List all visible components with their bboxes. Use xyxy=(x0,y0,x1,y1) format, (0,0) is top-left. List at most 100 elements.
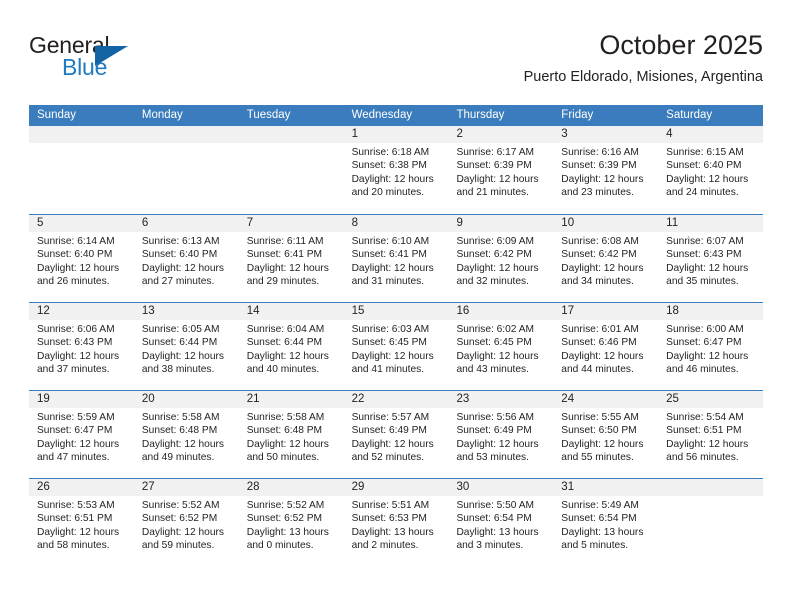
calendar-day-cell[interactable]: 24 Sunrise: 5:55 AM Sunset: 6:50 PM Dayligh… xyxy=(553,391,659,478)
day-number: 14 xyxy=(238,303,344,320)
day-number: 18 xyxy=(658,303,764,320)
calendar-day-cell[interactable]: 26 Sunrise: 5:53 AM Sunset: 6:51 PM Dayligh… xyxy=(29,479,134,566)
calendar-day-cell[interactable]: 1 Sunrise: 6:18 AM Sunset: 6:38 PM Daylight… xyxy=(343,126,449,214)
daylight-text: Daylight: 12 hours xyxy=(561,173,644,185)
calendar-day-cell[interactable]: 5 Sunrise: 6:14 AM Sunset: 6:40 PM Daylight… xyxy=(29,215,134,302)
calendar-day-cell[interactable]: 7 Sunrise: 6:11 AM Sunset: 6:41 PM Daylight… xyxy=(238,215,344,302)
daylight-text: Daylight: 12 hours xyxy=(561,350,644,362)
calendar-day-cell[interactable]: 13 Sunrise: 6:05 AM Sunset: 6:44 PM Dayligh… xyxy=(133,303,239,390)
calendar-day-cell[interactable]: 29 Sunrise: 5:51 AM Sunset: 6:53 PM Dayligh… xyxy=(343,479,449,566)
calendar-day-cell[interactable]: 22 Sunrise: 5:57 AM Sunset: 6:49 PM Dayligh… xyxy=(343,391,449,478)
day-number: 22 xyxy=(343,391,449,408)
daylight-text: Daylight: 12 hours xyxy=(351,438,434,450)
day-sun-info: Sunrise: 5:52 AM Sunset: 6:52 PM Daylight:… xyxy=(239,496,344,553)
daylight-text: Daylight: 12 hours xyxy=(666,173,749,185)
sunset-text: Sunset: 6:49 PM xyxy=(351,425,427,437)
daylight-text: Daylight: 12 hours xyxy=(456,173,539,185)
day-number: 12 xyxy=(29,303,134,320)
daylight-text: and 58 minutes. xyxy=(37,540,110,552)
day-number: 30 xyxy=(448,479,554,496)
sunset-text: Sunset: 6:48 PM xyxy=(246,425,323,437)
sunset-text: Sunset: 6:45 PM xyxy=(456,337,532,349)
daylight-text: and 56 minutes. xyxy=(666,452,739,464)
daylight-text: Daylight: 12 hours xyxy=(561,262,644,274)
day-number xyxy=(133,126,239,143)
sunset-text: Sunset: 6:39 PM xyxy=(561,160,637,172)
daylight-text: and 27 minutes. xyxy=(141,276,215,288)
day-number: 31 xyxy=(553,479,659,496)
calendar-day-cell[interactable]: 27 Sunrise: 5:52 AM Sunset: 6:52 PM Dayligh… xyxy=(133,479,239,566)
calendar-day-cell[interactable]: 3 Sunrise: 6:16 AM Sunset: 6:39 PM Daylight… xyxy=(553,126,659,214)
day-sun-info: Sunrise: 5:55 AM Sunset: 6:50 PM Daylight:… xyxy=(553,408,658,465)
weekday-header-monday: Monday xyxy=(141,109,183,121)
calendar-day-cell-empty xyxy=(29,126,134,214)
page-header: General Blue October 2025 Puerto Eldorad… xyxy=(29,28,763,98)
daylight-text: Daylight: 12 hours xyxy=(37,262,120,274)
daylight-text: and 29 minutes. xyxy=(246,276,320,288)
weekday-header-saturday: Saturday xyxy=(666,109,713,121)
calendar-day-cell[interactable]: 25 Sunrise: 5:54 AM Sunset: 6:51 PM Dayligh… xyxy=(658,391,764,478)
daylight-text: and 50 minutes. xyxy=(246,452,320,464)
weekday-header-thursday: Thursday xyxy=(456,109,505,121)
daylight-text: Daylight: 12 hours xyxy=(666,350,749,362)
daylight-text: Daylight: 12 hours xyxy=(666,438,749,450)
day-number: 28 xyxy=(238,479,344,496)
calendar-day-cell[interactable]: 12 Sunrise: 6:06 AM Sunset: 6:43 PM Dayligh… xyxy=(29,303,134,390)
calendar-day-cell[interactable]: 9 Sunrise: 6:09 AM Sunset: 6:42 PM Daylight… xyxy=(448,215,554,302)
day-sun-info: Sunrise: 5:52 AM Sunset: 6:52 PM Daylight:… xyxy=(134,496,239,553)
day-number: 21 xyxy=(238,391,344,408)
day-number: 2 xyxy=(448,126,554,143)
calendar-grid: Sunday Monday Tuesday Wednesday Thursday Frid… xyxy=(29,105,764,566)
calendar-day-cell-empty xyxy=(133,126,239,214)
sunset-text: Sunset: 6:46 PM xyxy=(561,337,637,349)
day-sun-info: Sunrise: 6:02 AM Sunset: 6:45 PM Daylight:… xyxy=(448,320,553,377)
calendar-day-cell[interactable]: 17 Sunrise: 6:01 AM Sunset: 6:46 PM Dayligh… xyxy=(553,303,659,390)
general-blue-logo[interactable]: General Blue xyxy=(29,32,209,88)
daylight-text: and 43 minutes. xyxy=(456,364,529,376)
logo-text-blue: Blue xyxy=(62,54,108,80)
daylight-text: Daylight: 12 hours xyxy=(456,350,539,362)
sunset-text: Sunset: 6:40 PM xyxy=(666,160,742,172)
calendar-day-cell[interactable]: 30 Sunrise: 5:50 AM Sunset: 6:54 PM Dayligh… xyxy=(448,479,554,566)
calendar-day-cell[interactable]: 16 Sunrise: 6:02 AM Sunset: 6:45 PM Dayligh… xyxy=(448,303,554,390)
calendar-day-cell[interactable]: 20 Sunrise: 5:58 AM Sunset: 6:48 PM Dayligh… xyxy=(133,391,239,478)
calendar-day-cell[interactable]: 21 Sunrise: 5:58 AM Sunset: 6:48 PM Dayligh… xyxy=(238,391,344,478)
sunset-text: Sunset: 6:48 PM xyxy=(141,425,218,437)
daylight-text: and 21 minutes. xyxy=(456,187,529,199)
calendar-day-cell[interactable]: 28 Sunrise: 5:52 AM Sunset: 6:52 PM Dayligh… xyxy=(238,479,344,566)
day-sun-info: Sunrise: 5:53 AM Sunset: 6:51 PM Daylight:… xyxy=(29,496,134,553)
calendar-day-cell[interactable]: 8 Sunrise: 6:10 AM Sunset: 6:41 PM Daylight… xyxy=(343,215,449,302)
day-number: 27 xyxy=(133,479,239,496)
calendar-day-cell[interactable]: 18 Sunrise: 6:00 AM Sunset: 6:47 PM Dayligh… xyxy=(658,303,764,390)
sunset-text: Sunset: 6:52 PM xyxy=(141,513,218,525)
day-number: 10 xyxy=(553,215,659,232)
calendar-day-cell[interactable]: 31 Sunrise: 5:49 AM Sunset: 6:54 PM Dayligh… xyxy=(553,479,659,566)
sunrise-text: Sunrise: 5:52 AM xyxy=(246,500,325,511)
calendar-day-cell-empty xyxy=(238,126,344,214)
daylight-text: and 20 minutes. xyxy=(351,187,425,199)
sunrise-text: Sunrise: 5:54 AM xyxy=(666,412,744,423)
sunset-text: Sunset: 6:42 PM xyxy=(456,249,532,261)
calendar-day-cell[interactable]: 2 Sunrise: 6:17 AM Sunset: 6:39 PM Daylight… xyxy=(448,126,554,214)
calendar-day-cell[interactable]: 11 Sunrise: 6:07 AM Sunset: 6:43 PM Dayligh… xyxy=(658,215,764,302)
sunrise-text: Sunrise: 6:06 AM xyxy=(37,324,115,335)
sunset-text: Sunset: 6:47 PM xyxy=(666,337,742,349)
calendar-day-cell[interactable]: 19 Sunrise: 5:59 AM Sunset: 6:47 PM Dayligh… xyxy=(29,391,134,478)
daylight-text: Daylight: 13 hours xyxy=(561,526,644,538)
day-sun-info: Sunrise: 6:11 AM Sunset: 6:41 PM Daylight:… xyxy=(239,232,344,289)
sunset-text: Sunset: 6:42 PM xyxy=(561,249,637,261)
sunrise-text: Sunrise: 5:52 AM xyxy=(141,500,220,511)
day-number xyxy=(238,126,344,143)
calendar-day-cell[interactable]: 15 Sunrise: 6:03 AM Sunset: 6:45 PM Dayligh… xyxy=(343,303,449,390)
sunset-text: Sunset: 6:45 PM xyxy=(351,337,427,349)
sunrise-text: Sunrise: 5:49 AM xyxy=(561,500,639,511)
calendar-day-cell[interactable]: 4 Sunrise: 6:15 AM Sunset: 6:40 PM Daylight… xyxy=(658,126,764,214)
day-sun-info xyxy=(134,143,239,146)
calendar-day-cell[interactable]: 23 Sunrise: 5:56 AM Sunset: 6:49 PM Dayligh… xyxy=(448,391,554,478)
day-sun-info: Sunrise: 6:01 AM Sunset: 6:46 PM Daylight:… xyxy=(553,320,658,377)
day-number: 23 xyxy=(448,391,554,408)
calendar-day-cell[interactable]: 6 Sunrise: 6:13 AM Sunset: 6:40 PM Daylight… xyxy=(133,215,239,302)
daylight-text: Daylight: 12 hours xyxy=(351,173,434,185)
calendar-day-cell[interactable]: 14 Sunrise: 6:04 AM Sunset: 6:44 PM Dayligh… xyxy=(238,303,344,390)
calendar-day-cell[interactable]: 10 Sunrise: 6:08 AM Sunset: 6:42 PM Dayligh… xyxy=(553,215,659,302)
